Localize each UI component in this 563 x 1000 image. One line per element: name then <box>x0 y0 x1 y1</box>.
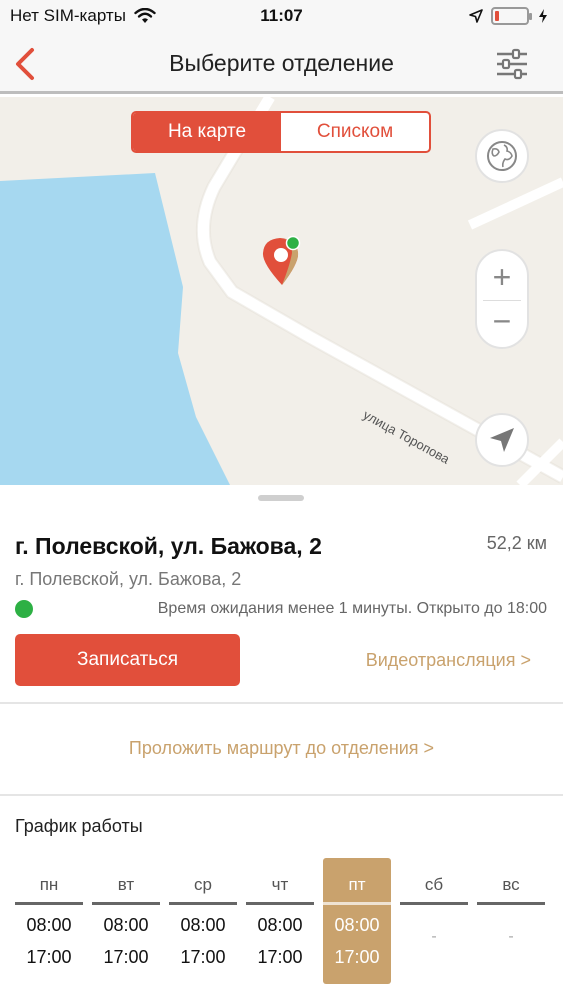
day-close-time: 17:00 <box>26 947 72 967</box>
day-open-time: 08:00 <box>180 915 226 935</box>
status-right <box>469 7 549 25</box>
tab-map[interactable]: На карте <box>133 113 281 151</box>
zoom-out-button[interactable]: − <box>477 301 527 345</box>
view-toggle: На карте Списком <box>131 111 431 153</box>
navigation-arrow-icon <box>490 428 514 452</box>
branch-address: г. Полевской, ул. Бажова, 2 <box>15 569 242 589</box>
day-label: чт <box>271 875 289 894</box>
globe-icon <box>487 141 517 171</box>
day-open-time: 08:00 <box>334 915 380 935</box>
day-underline <box>169 902 237 905</box>
schedule-day-5: сб - <box>400 858 468 984</box>
divider <box>0 794 563 796</box>
water-area <box>0 173 230 485</box>
filter-sliders-icon[interactable] <box>495 48 529 80</box>
schedule-day-1: вт 08:00 17:00 <box>92 858 160 984</box>
tab-list[interactable]: Списком <box>281 113 429 151</box>
battery-fill <box>495 11 499 21</box>
day-open-time: 08:00 <box>103 915 149 935</box>
day-underline <box>323 902 391 905</box>
page-title: Выберите отделение <box>169 50 394 76</box>
day-close-time: 17:00 <box>334 947 380 967</box>
route-link[interactable]: Проложить маршрут до отделения > <box>0 738 563 759</box>
day-open-time: 08:00 <box>257 915 303 935</box>
battery-icon <box>491 7 532 25</box>
day-underline <box>246 902 314 905</box>
location-arrow-icon <box>469 9 483 23</box>
schedule-day-6: вс - <box>477 858 545 984</box>
day-underline <box>400 902 468 905</box>
status-bar: Нет SIM-карты 11:07 <box>0 0 563 34</box>
zoom-in-button[interactable]: + <box>477 255 527 299</box>
branch-details-sheet: г. Полевской, ул. Бажова, 2 52,2 км г. П… <box>0 485 563 1000</box>
day-label: сб <box>424 875 444 894</box>
divider <box>0 702 563 704</box>
day-underline <box>15 902 83 905</box>
book-button[interactable]: Записаться <box>15 634 240 686</box>
schedule-day-2: ср 08:00 17:00 <box>169 858 237 984</box>
day-open-time: 08:00 <box>26 915 72 935</box>
day-label: вс <box>502 875 520 894</box>
day-closed-mark: - <box>508 928 514 945</box>
schedule-day-3: чт 08:00 17:00 <box>246 858 314 984</box>
day-label: ср <box>194 875 212 894</box>
video-stream-link[interactable]: Видеотрансляция > <box>366 650 531 671</box>
branch-distance: 52,2 км <box>486 533 547 553</box>
branch-status-text: Время ожидания менее 1 минуты. Открыто д… <box>157 600 547 617</box>
map-pin-icon <box>262 235 301 285</box>
schedule-day-0: пн 08:00 17:00 <box>15 858 83 984</box>
day-close-time: 17:00 <box>257 947 303 967</box>
map-view[interactable]: На карте Списком улица Торопова + − <box>0 97 563 485</box>
day-underline <box>92 902 160 905</box>
sheet-drag-handle[interactable] <box>258 495 304 501</box>
map-layer-button[interactable] <box>475 129 529 183</box>
open-status-dot <box>15 600 33 618</box>
charging-icon <box>539 9 547 23</box>
schedule-day-4: пт 08:00 17:00 <box>323 858 391 984</box>
day-label: пт <box>348 875 366 894</box>
schedule-title: График работы <box>15 816 143 836</box>
day-close-time: 17:00 <box>180 947 226 967</box>
nav-bar: Выберите отделение <box>0 34 563 94</box>
day-label: пн <box>39 875 59 894</box>
day-underline <box>477 902 545 905</box>
my-location-button[interactable] <box>475 413 529 467</box>
branch-title: г. Полевской, ул. Бажова, 2 <box>15 533 322 559</box>
day-label: вт <box>117 875 135 894</box>
day-closed-mark: - <box>431 928 437 945</box>
zoom-controls: + − <box>475 249 529 349</box>
day-close-time: 17:00 <box>103 947 149 967</box>
road-right <box>467 177 563 230</box>
